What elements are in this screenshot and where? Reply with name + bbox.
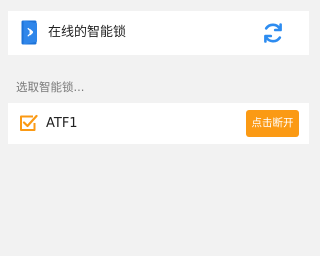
bluetooth-lock-icon <box>21 20 37 45</box>
page-title: 在线的智能锁 <box>48 25 127 40</box>
refresh-icon[interactable] <box>260 20 286 46</box>
header-bar: 在线的智能锁 <box>8 11 309 55</box>
list-item[interactable]: ATF1 点击断开 <box>8 103 309 144</box>
select-lock-label: 选取智能锁... <box>16 80 85 94</box>
checkbox-checked-icon[interactable] <box>18 113 38 133</box>
disconnect-button[interactable]: 点击断开 <box>246 110 299 137</box>
device-name: ATF1 <box>46 116 78 131</box>
